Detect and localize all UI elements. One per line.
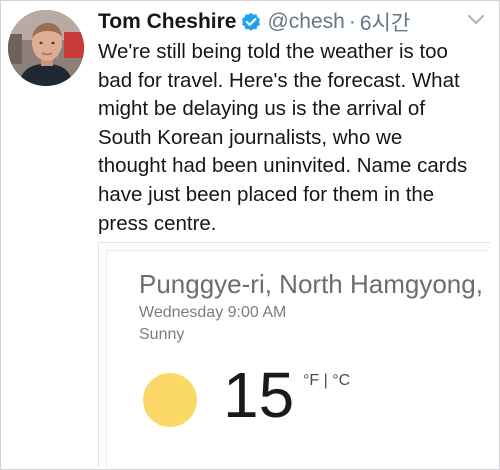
caret-down-icon[interactable] — [467, 13, 485, 25]
weather-location: Punggye-ri, North Hamgyong, — [139, 269, 483, 299]
tweet-text-line: We're still being told the weather is to… — [98, 40, 448, 63]
avatar[interactable] — [8, 10, 84, 86]
sun-icon — [143, 373, 197, 427]
author-name[interactable]: Tom Cheshire — [98, 10, 236, 34]
tweet-text-line: have just been placed for them in the — [98, 182, 435, 206]
weather-datetime: Wednesday 9:00 AM — [139, 304, 287, 321]
weather-widget: Punggye-ri, North Hamgyong, Wednesday 9:… — [106, 250, 490, 467]
tweet-text-line: might be delaying us is the arrival of — [98, 97, 426, 121]
weather-temperature: 15 — [223, 359, 295, 431]
tweet-text-line: South Korean journalists, who we — [98, 125, 403, 149]
attached-image-card[interactable]: Punggye-ri, North Hamgyong, Wednesday 9:… — [98, 242, 490, 467]
header-separator: · — [348, 10, 356, 33]
author-handle[interactable]: @chesh — [267, 10, 344, 34]
tweet-header: Tom Cheshire @chesh · 6시간 — [98, 7, 410, 37]
tweet-text-line: press centre. — [98, 211, 217, 235]
avatar-photo — [8, 10, 84, 86]
verified-badge-icon — [241, 12, 261, 32]
weather-condition: Sunny — [139, 326, 185, 343]
tweet-text: We're still being told the weather is to… — [98, 38, 490, 238]
tweet-timestamp[interactable]: 6시간 — [360, 7, 410, 37]
tweet-text-line: bad for travel. Here's the forecast. Wha… — [98, 68, 460, 92]
temperature-unit-toggle: °F | °C — [303, 372, 351, 389]
tweet-container: Tom Cheshire @chesh · 6시간 We're still be… — [0, 0, 500, 470]
tweet-text-line: thought had been uninvited. Name cards — [98, 154, 468, 178]
